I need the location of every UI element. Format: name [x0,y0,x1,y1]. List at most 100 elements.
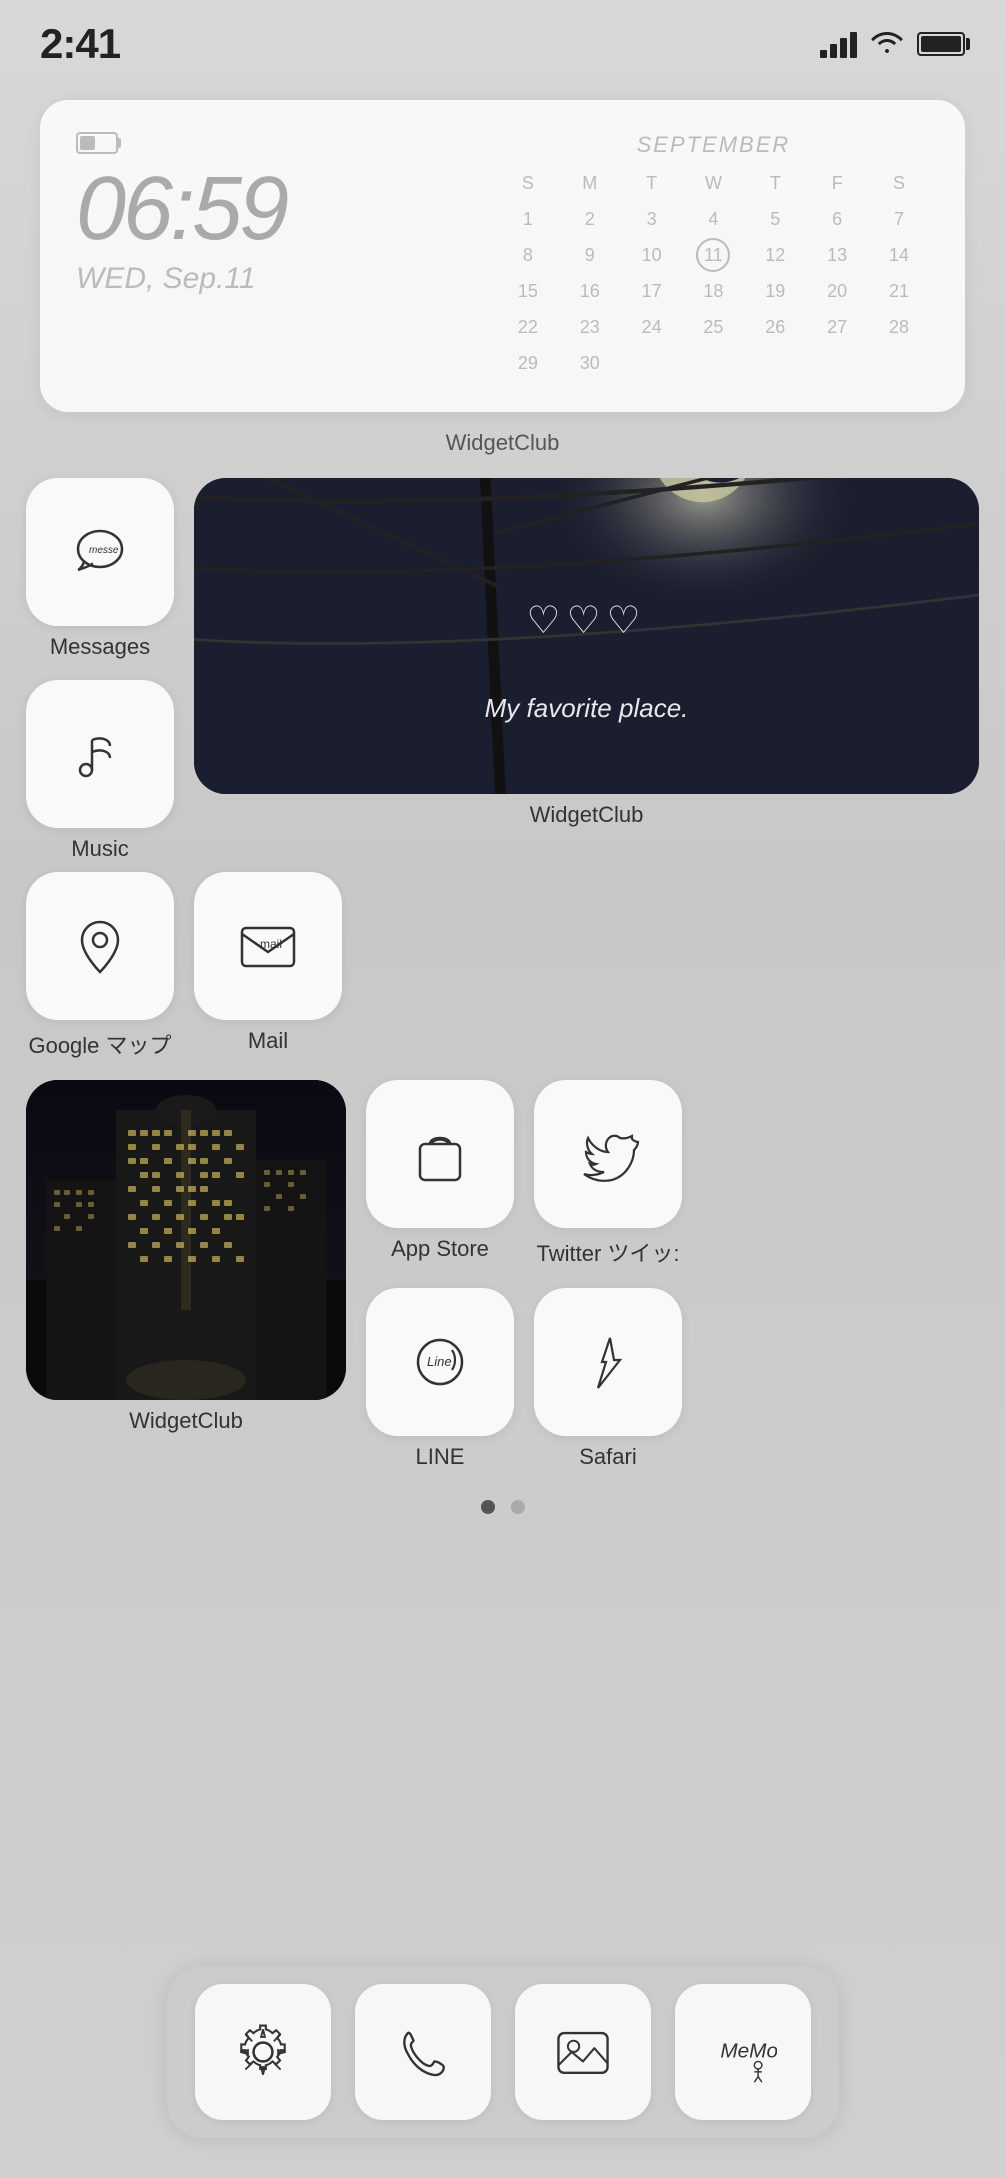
time-calendar-widget[interactable]: 06:59 WED, Sep.11 SEPTEMBER S M T W T F … [40,100,965,412]
row2-layout: WidgetClub App Stor [26,1080,979,1470]
app-messages-wrap[interactable]: messe Messages [26,478,174,660]
app-gmaps-icon[interactable] [26,872,174,1020]
page-dots [0,1500,1005,1514]
signal-icon [820,30,857,58]
app-line-wrap[interactable]: Line LINE [366,1288,514,1470]
line-icon: Line [404,1326,476,1398]
app-music-wrap[interactable]: Music [26,680,174,862]
dock-photos[interactable] [515,1984,651,2120]
app-safari-icon[interactable] [534,1288,682,1436]
status-icons [820,27,965,62]
cal-header-s2: S [882,166,916,200]
widgetclub-label2: WidgetClub [129,1408,243,1434]
svg-text:messe: messe [89,545,119,556]
cal-day-23: 23 [573,310,607,344]
cal-day-8: 8 [511,238,545,272]
app-twitter-label: Twitter ツイッ: [536,1236,679,1268]
widgetclub-photo-widget1[interactable]: ♡♡♡ My favorite place. WidgetClub [194,478,979,862]
dock-settings[interactable] [195,1984,331,2120]
cal-grid: S M T W T F S 1 2 3 4 5 6 7 8 9 10 11 [498,166,929,380]
cal-day-10: 10 [635,238,669,272]
cal-header-m: M [573,166,607,200]
cal-day-20: 20 [820,274,854,308]
cal-day-7: 7 [882,202,916,236]
app-twitter-icon[interactable] [534,1080,682,1228]
cal-day-25: 25 [696,310,730,344]
dock: MeMo [167,1966,839,2138]
widget-time: 06:59 [76,164,468,254]
app-line-icon[interactable]: Line [366,1288,514,1436]
app-gmaps-wrap[interactable]: Google マップ [26,872,174,1060]
cal-header-t: T [635,166,669,200]
cal-day-empty4 [820,346,854,380]
battery-icon [917,32,965,56]
cal-header-w: W [696,166,730,200]
cal-header-t2: T [758,166,792,200]
app-mail-icon[interactable]: mail [194,872,342,1020]
city-photo [26,1080,346,1400]
safari-icon [572,1326,644,1398]
app-mail-wrap[interactable]: mail Mail [194,872,342,1060]
widget-date: WED, Sep.11 [76,262,468,296]
app-appstore-wrap[interactable]: App Store [366,1080,514,1268]
cal-day-empty5 [882,346,916,380]
cal-day-11: 11 [696,238,730,272]
small-apps-row2: Line LINE Safari [366,1288,979,1470]
phone-icon [389,2018,457,2086]
cal-day-3: 3 [635,202,669,236]
app-mail-label: Mail [248,1028,288,1054]
app-gmaps-label: Google マップ [28,1028,171,1060]
wifi-icon [871,27,903,62]
memo-icon: MeMo [709,2018,777,2086]
widgetclub-photo-widget2[interactable]: WidgetClub [26,1080,346,1470]
row1-bottom: Google マップ mail Mail [26,872,342,1060]
status-bar: 2:41 [0,0,1005,70]
cal-day-21: 21 [882,274,916,308]
app-music-label: Music [71,836,128,862]
app-appstore-icon[interactable] [366,1080,514,1228]
app-grid-row2: WidgetClub App Stor [0,1080,1005,1470]
cal-day-5: 5 [758,202,792,236]
cal-day-29: 29 [511,346,545,380]
app-safari-label: Safari [579,1444,636,1470]
mail-icon: mail [232,910,304,982]
app-messages-label: Messages [50,634,150,660]
dock-phone[interactable] [355,1984,491,2120]
widget-hearts: ♡♡♡ [526,598,646,643]
cal-day-22: 22 [511,310,545,344]
cal-day-28: 28 [882,310,916,344]
page-dot-1[interactable] [481,1500,495,1514]
messages-icon: messe [64,516,136,588]
svg-text:MeMo: MeMo [720,2040,777,2063]
status-time: 2:41 [40,20,120,68]
app-music-icon[interactable] [26,680,174,828]
small-apps-row1: App Store Twitter ツイッ: [366,1080,979,1268]
cal-day-15: 15 [511,274,545,308]
cal-day-9: 9 [573,238,607,272]
music-icon [64,718,136,790]
cal-day-empty2 [696,346,730,380]
gmaps-icon [64,910,136,982]
cal-day-empty3 [758,346,792,380]
cal-day-24: 24 [635,310,669,344]
dock-memo[interactable]: MeMo [675,1984,811,2120]
widget-label-1: WidgetClub [40,430,965,456]
page-dot-2[interactable] [511,1500,525,1514]
app-messages-icon[interactable]: messe [26,478,174,626]
app-safari-wrap[interactable]: Safari [534,1288,682,1470]
calendar-side: SEPTEMBER S M T W T F S 1 2 3 4 5 6 7 8 [498,132,929,380]
row1-layout: messe Messages Music [26,478,979,862]
app-twitter-wrap[interactable]: Twitter ツイッ: [534,1080,682,1268]
cal-month: SEPTEMBER [498,132,929,158]
widget-battery [76,132,118,154]
widgetclub-img1: ♡♡♡ My favorite place. [194,478,979,794]
widget-area: 06:59 WED, Sep.11 SEPTEMBER S M T W T F … [0,70,1005,456]
cal-day-13: 13 [820,238,854,272]
city-svg [26,1080,346,1400]
cal-day-18: 18 [696,274,730,308]
cal-header-f: F [820,166,854,200]
svg-text:mail: mail [260,937,282,951]
cal-day-1: 1 [511,202,545,236]
cal-day-16: 16 [573,274,607,308]
widget-fav-text: My favorite place. [194,693,979,724]
